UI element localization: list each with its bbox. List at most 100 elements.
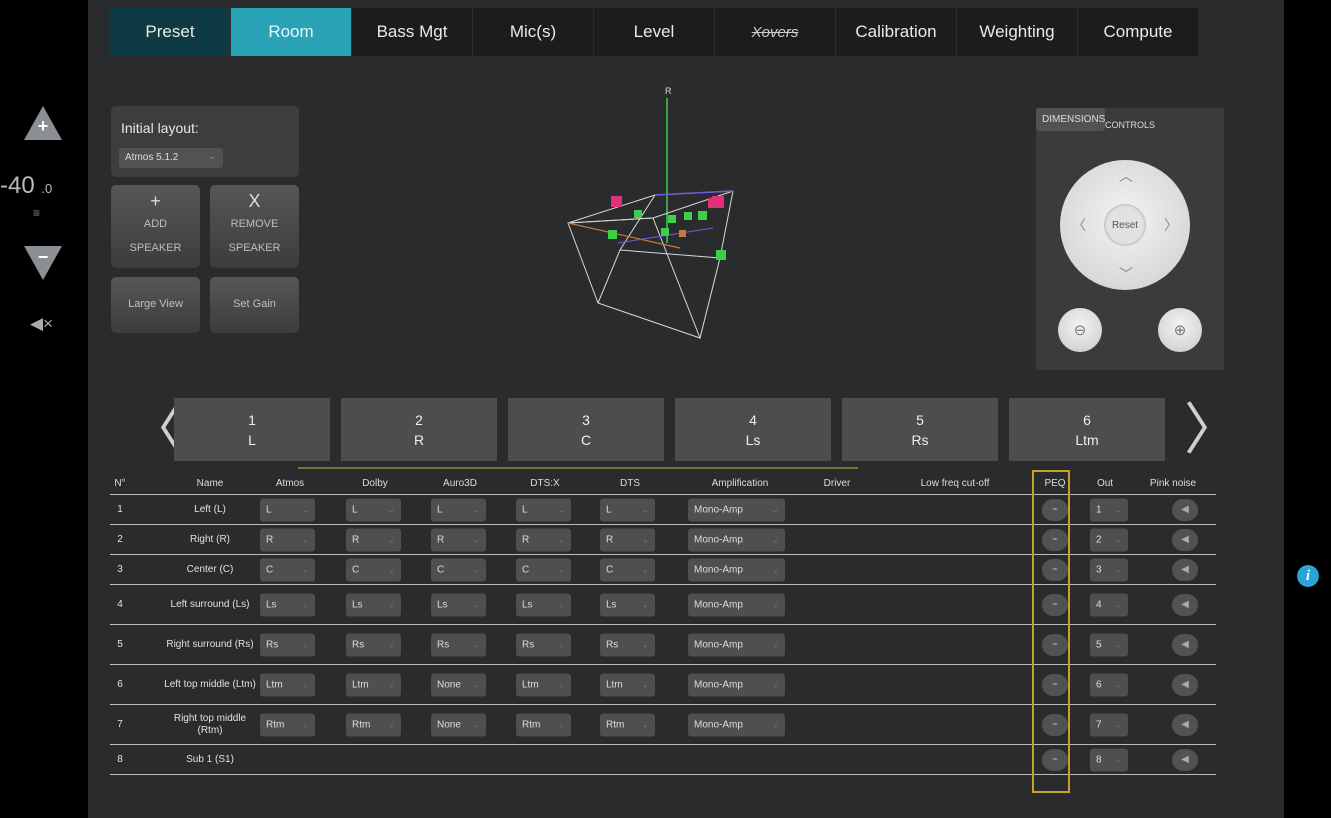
column-header: Out (1096, 478, 1114, 489)
pink-noise-speaker-icon[interactable]: ◀ (1172, 713, 1198, 736)
dts-select[interactable]: Ltm ⌄ (600, 673, 655, 696)
remove-speaker-line2: SPEAKER (228, 242, 281, 254)
dtsx-select[interactable]: Ltm ⌄ (516, 673, 571, 696)
dtsx-select[interactable]: Rtm ⌄ (516, 713, 571, 736)
tab-xovers[interactable]: Xovers (715, 8, 836, 56)
pink-noise-speaker-icon[interactable]: ◀ (1172, 593, 1198, 616)
dts-select[interactable]: C ⌄ (600, 558, 655, 581)
auro3d-select[interactable]: Ls ⌄ (431, 593, 486, 616)
pink-noise-speaker-icon[interactable]: ◀ (1172, 633, 1198, 656)
remove-speaker-button[interactable]: X REMOVE SPEAKER (210, 185, 299, 268)
column-header: N° (114, 478, 126, 489)
chevron-down-icon: ⌄ (472, 599, 480, 609)
dolby-select[interactable]: Rs ⌄ (346, 633, 401, 656)
out-select[interactable]: 3 ⌄ (1090, 558, 1128, 581)
speaker-card[interactable]: 6 Ltm (1009, 398, 1165, 461)
amplification-select[interactable]: Mono-Amp ⌄ (688, 673, 785, 696)
atmos-select[interactable]: C ⌄ (260, 558, 315, 581)
out-select[interactable]: 1 ⌄ (1090, 498, 1128, 521)
dts-select[interactable]: Rs ⌄ (600, 633, 655, 656)
initial-layout-select[interactable]: Atmos 5.1.2 ⌄ (119, 148, 223, 168)
zoom-out-icon[interactable]: ⊖ (1058, 308, 1102, 352)
tab-level[interactable]: Level (594, 8, 715, 56)
auro3d-select[interactable]: R ⌄ (431, 528, 486, 551)
pink-noise-speaker-icon[interactable]: ◀ (1172, 498, 1198, 521)
speaker-card[interactable]: 3C (508, 398, 664, 461)
atmos-select[interactable]: Rs ⌄ (260, 633, 315, 656)
dolby-select[interactable]: Rtm ⌄ (346, 713, 401, 736)
pink-noise-speaker-icon[interactable]: ◀ (1172, 673, 1198, 696)
auro3d-select[interactable]: Rs ⌄ (431, 633, 486, 656)
dtsx-select[interactable]: Rs ⌄ (516, 633, 571, 656)
dolby-select[interactable]: R ⌄ (346, 528, 401, 551)
amplification-select[interactable]: Mono-Amp ⌄ (688, 713, 785, 736)
auro3d-select[interactable]: None ⌄ (431, 713, 486, 736)
tab-weighting[interactable]: Weighting (957, 8, 1078, 56)
dts-select[interactable]: R ⌄ (600, 528, 655, 551)
dolby-select[interactable]: Ltm ⌄ (346, 673, 401, 696)
atmos-select[interactable]: Ltm ⌄ (260, 673, 315, 696)
mute-icon[interactable]: ◀× (30, 314, 53, 334)
room-3d-viewer[interactable]: R (538, 78, 758, 348)
chevron-right-icon[interactable]: 〉 (1164, 215, 1178, 235)
pink-noise-speaker-icon[interactable]: ◀ (1172, 558, 1198, 581)
out-select[interactable]: 8 ⌄ (1090, 748, 1128, 771)
zoom-in-icon[interactable]: ⊕ (1158, 308, 1202, 352)
large-view-button[interactable]: Large View (111, 277, 200, 333)
out-select[interactable]: 7 ⌄ (1090, 713, 1128, 736)
chevron-down-icon: ⌄ (557, 599, 565, 609)
tab-calibration[interactable]: Calibration (836, 8, 957, 56)
dolby-select[interactable]: L ⌄ (346, 498, 401, 521)
tab-compute[interactable]: Compute (1078, 8, 1199, 56)
column-header: Pink noise (1149, 478, 1197, 489)
amplification-select[interactable]: Mono-Amp ⌄ (688, 528, 785, 551)
out-select[interactable]: 5 ⌄ (1090, 633, 1128, 656)
chevron-left-icon[interactable]: 〈 (1072, 215, 1086, 235)
add-speaker-button[interactable]: + ADD SPEAKER (111, 185, 200, 268)
out-select[interactable]: 6 ⌄ (1090, 673, 1128, 696)
auro3d-select[interactable]: None ⌄ (431, 673, 486, 696)
pink-noise-speaker-icon[interactable]: ◀ (1172, 748, 1198, 771)
auro3d-select[interactable]: C ⌄ (431, 558, 486, 581)
atmos-select[interactable]: Rtm ⌄ (260, 713, 315, 736)
tab-mic-s-[interactable]: Mic(s) (473, 8, 594, 56)
amplification-select[interactable]: Mono-Amp ⌄ (688, 633, 785, 656)
tab-dimensions[interactable]: DIMENSIONS (1036, 108, 1106, 131)
tab-bass-mgt[interactable]: Bass Mgt (352, 8, 473, 56)
speaker-card[interactable]: 5 Rs (842, 398, 998, 461)
dtsx-select[interactable]: C ⌄ (516, 558, 571, 581)
chevron-down-icon[interactable]: ﹀ (1119, 264, 1133, 284)
chevron-down-icon: ⌄ (1114, 504, 1122, 514)
dtsx-select[interactable]: R ⌄ (516, 528, 571, 551)
amplification-select[interactable]: Mono-Amp ⌄ (688, 498, 785, 521)
atmos-select[interactable]: L ⌄ (260, 498, 315, 521)
dtsx-select[interactable]: L ⌄ (516, 498, 571, 521)
dolby-select[interactable]: Ls ⌄ (346, 593, 401, 616)
speaker-card[interactable]: 1L (174, 398, 330, 461)
row-number: 2 (117, 533, 123, 545)
speaker-card[interactable]: 2R (341, 398, 497, 461)
auro3d-select[interactable]: L ⌄ (431, 498, 486, 521)
tab-preset[interactable]: Preset (110, 8, 231, 56)
tab-room[interactable]: Room (231, 8, 352, 56)
set-gain-button[interactable]: Set Gain (210, 277, 299, 333)
dts-select[interactable]: Ls ⌄ (600, 593, 655, 616)
camera-dpad[interactable]: ︿ ﹀ 〈 〉 Reset (1060, 160, 1190, 290)
pink-noise-speaker-icon[interactable]: ◀ (1172, 528, 1198, 551)
chevron-down-icon: ⌄ (387, 504, 395, 514)
chevron-up-icon[interactable]: ︿ (1119, 166, 1133, 186)
speaker-card[interactable]: 4 Ls (675, 398, 831, 461)
dolby-select[interactable]: C ⌄ (346, 558, 401, 581)
info-icon[interactable]: i (1297, 565, 1319, 587)
dtsx-select[interactable]: Ls ⌄ (516, 593, 571, 616)
carousel-next-icon[interactable]: 〉 (1184, 400, 1240, 460)
dts-select[interactable]: Rtm ⌄ (600, 713, 655, 736)
atmos-select[interactable]: R ⌄ (260, 528, 315, 551)
amplification-select[interactable]: Mono-Amp ⌄ (688, 593, 785, 616)
out-select[interactable]: 4 ⌄ (1090, 593, 1128, 616)
dts-select[interactable]: L ⌄ (600, 498, 655, 521)
amplification-select[interactable]: Mono-Amp ⌄ (688, 558, 785, 581)
reset-button[interactable]: Reset (1104, 204, 1146, 246)
atmos-select[interactable]: Ls ⌄ (260, 593, 315, 616)
out-select[interactable]: 2 ⌄ (1090, 528, 1128, 551)
